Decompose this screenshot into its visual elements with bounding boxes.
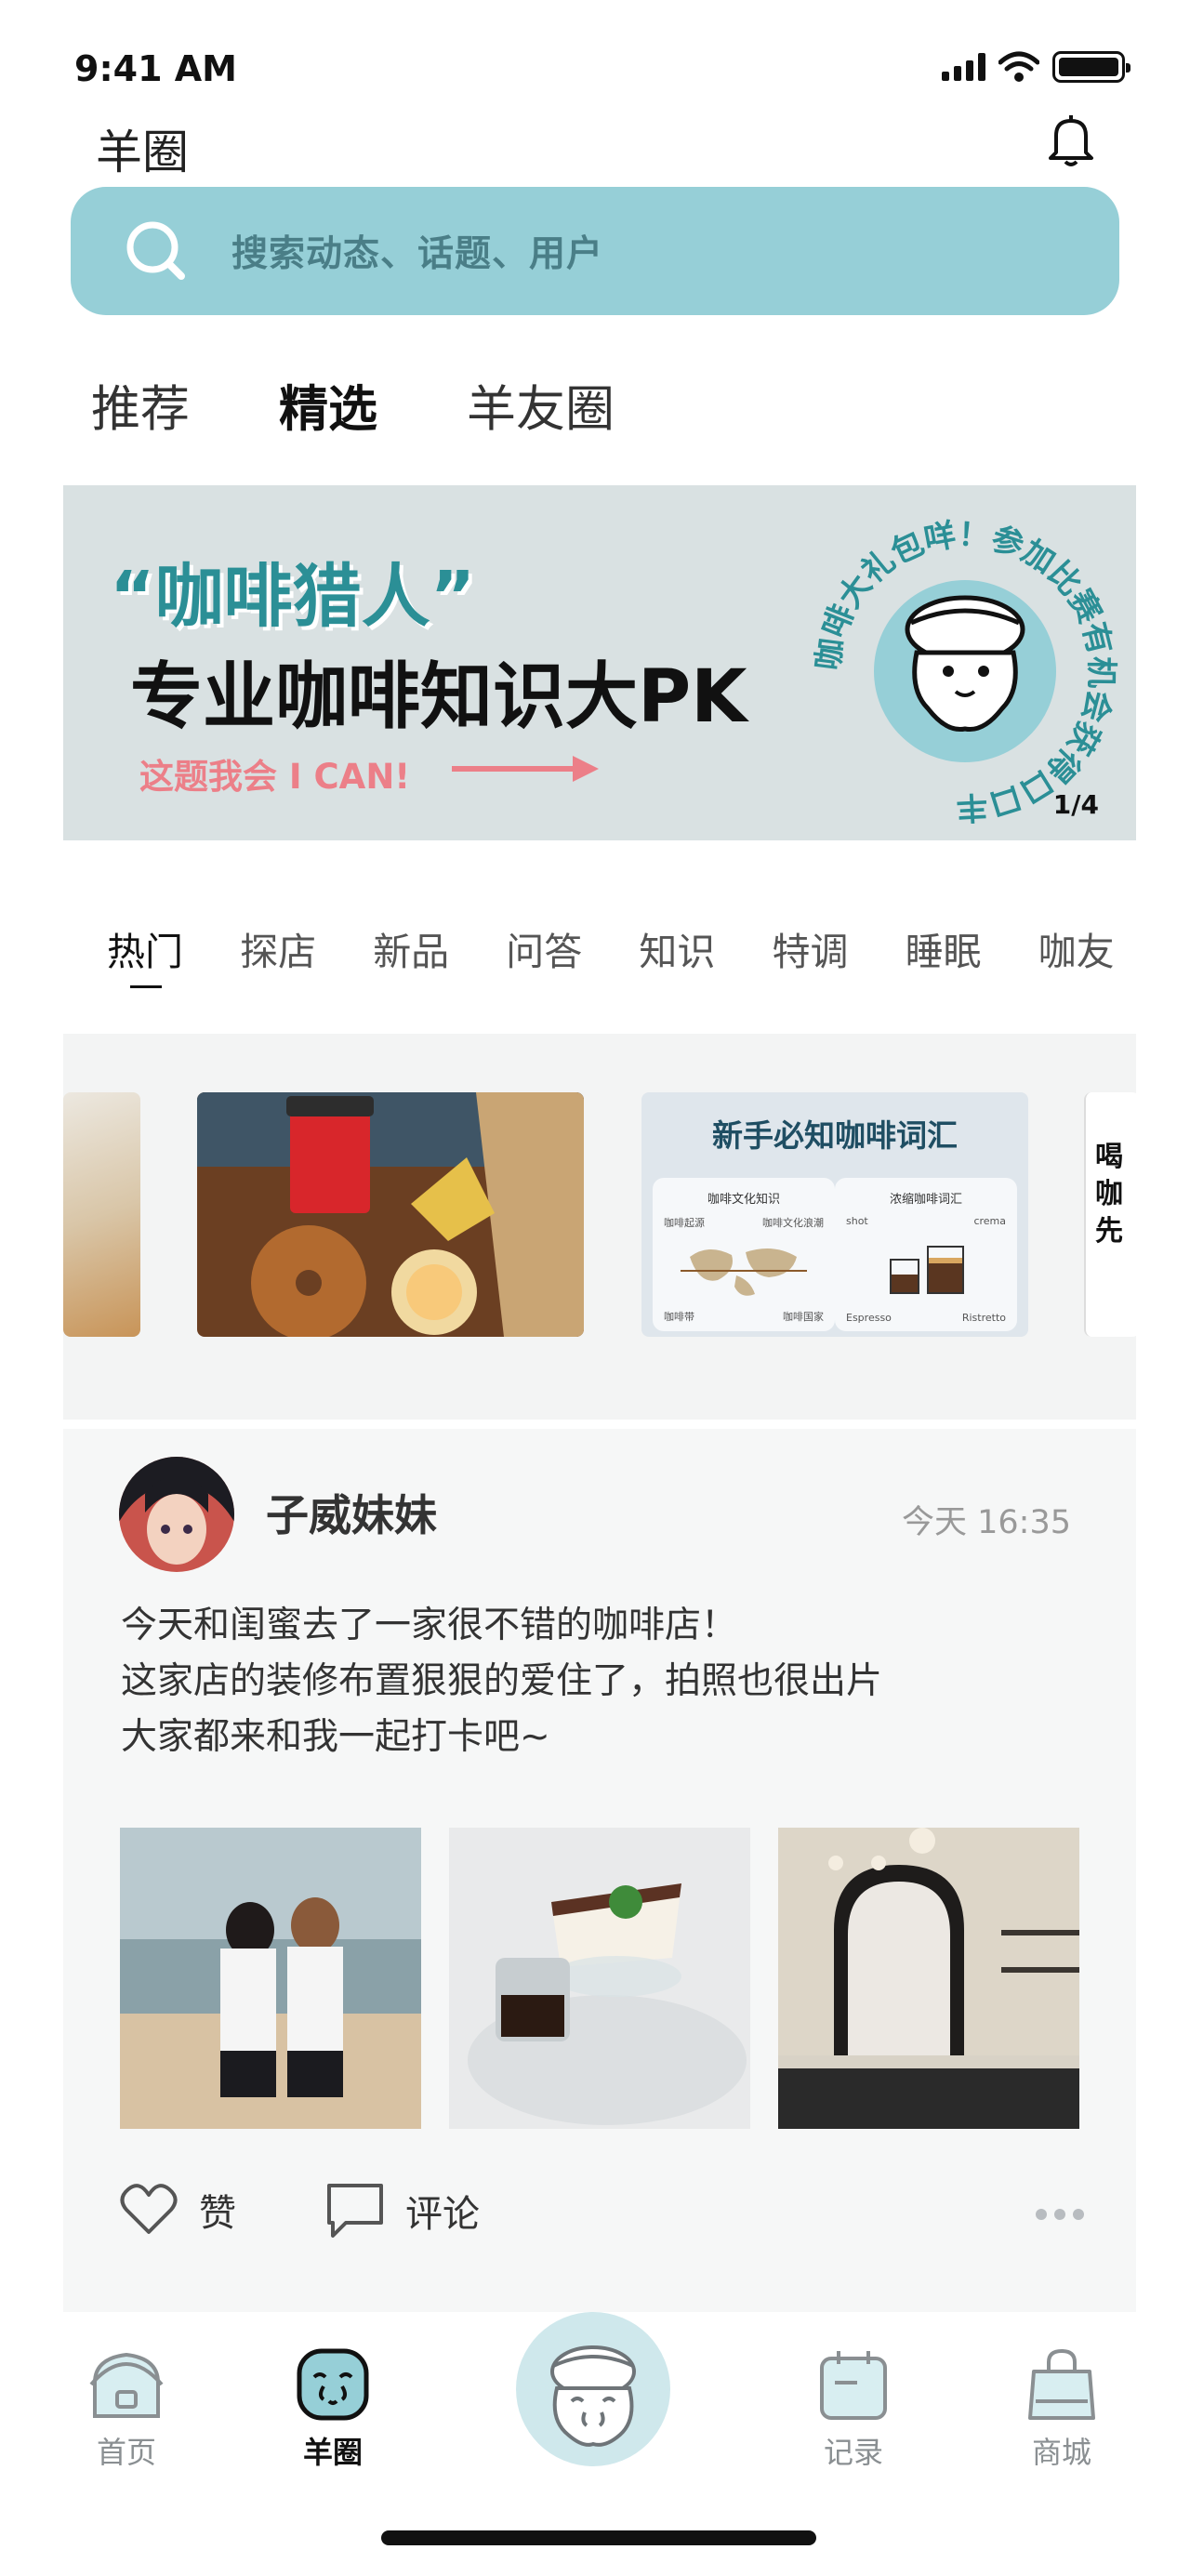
banner-cta[interactable]: 这题我会 I CAN! — [139, 748, 410, 799]
wifi-icon — [998, 51, 1039, 82]
nav-label: 商城 — [1031, 2435, 1091, 2470]
post-image[interactable] — [778, 1828, 1079, 2129]
cat-tab-friends[interactable]: 咖友 — [1038, 920, 1115, 976]
shopping-bag-icon — [1028, 2348, 1095, 2420]
home-indicator — [381, 2530, 816, 2545]
comment-label: 评论 — [405, 2193, 480, 2236]
panel-caption: 咖啡文化知识 — [707, 1193, 780, 1207]
panel-label: 咖啡国家 — [783, 1311, 824, 1323]
world-map-icon — [681, 1248, 807, 1296]
banner-quote: “咖啡猎人” — [110, 557, 476, 637]
card-text-line: 先 — [1095, 1215, 1123, 1248]
cat-tab-hot[interactable]: 热门 — [107, 920, 183, 988]
tab-friends-circle[interactable]: 羊友圈 — [467, 370, 615, 441]
cat-tab-sleep[interactable]: 睡眠 — [906, 920, 982, 976]
search-input[interactable]: 搜索动态、话题、用户 — [231, 225, 603, 277]
carousel-card[interactable]: 喝咖 先 — [1084, 1092, 1136, 1337]
cat-tab-explore[interactable]: 探店 — [240, 920, 316, 976]
post-card[interactable]: 子威妹妹 今天 16:35 今天和闺蜜去了一家很不错的咖啡店！ 这家店的装修布置… — [63, 1429, 1136, 2312]
panel-caption: 浓缩咖啡词汇 — [889, 1193, 962, 1207]
post-image[interactable] — [120, 1828, 421, 2129]
nav-center-mascot-button[interactable] — [516, 2312, 670, 2466]
page-title: 羊圈 — [96, 125, 189, 179]
post-image[interactable] — [449, 1828, 750, 2129]
carousel-card[interactable]: 新手必知咖啡词汇 咖啡文化知识 咖啡起源 咖啡文化浪潮 咖啡带 咖啡国家 浓缩咖… — [641, 1092, 1028, 1337]
card-text-line: 喝咖 — [1095, 1141, 1123, 1210]
coffee-photo — [197, 1092, 584, 1337]
category-tabs: 热门 探店 新品 问答 知识 特调 睡眠 咖友 — [107, 920, 1136, 1004]
panel-label: 咖啡带 — [664, 1311, 694, 1323]
top-tabs: 推荐 精选 羊友圈 — [91, 370, 615, 441]
avatar[interactable] — [119, 1457, 234, 1572]
panel-label: Ristretto — [961, 1312, 1006, 1324]
status-icons — [942, 51, 1130, 83]
cellular-signal-icon — [942, 53, 985, 81]
banner-page-indicator: 1/4 — [1052, 789, 1099, 820]
heart-icon — [120, 2184, 178, 2234]
post-text-line: 这家店的装修布置狠狠的爱住了，拍照也很出片 — [121, 1660, 883, 1702]
nav-sheep-circle[interactable]: 羊圈 — [277, 2345, 389, 2472]
panel-label: crema — [973, 1215, 1006, 1227]
panel-label: shot — [846, 1215, 868, 1227]
comment-icon — [327, 2184, 383, 2238]
post-text-line: 大家都来和我一起打卡吧~ — [121, 1716, 550, 1758]
like-button[interactable]: 赞 — [119, 2182, 236, 2238]
nav-record[interactable]: 记录 — [798, 2345, 909, 2472]
carousel-card[interactable] — [63, 1092, 140, 1337]
promo-banner[interactable]: “咖啡猎人” 专业咖啡知识大PK 这题我会 I CAN! 咖啡大礼包咩！参加比赛… — [63, 485, 1136, 840]
search-bar[interactable]: 搜索动态、话题、用户 — [71, 187, 1119, 315]
comment-button[interactable]: 评论 — [325, 2182, 480, 2239]
espresso-cup-icon — [890, 1246, 964, 1294]
post-actions: 赞 评论 — [119, 2182, 1086, 2249]
home-icon — [89, 2352, 164, 2418]
status-time: 9:41 AM — [74, 48, 237, 89]
carousel-card[interactable] — [197, 1092, 584, 1337]
arrow-right-icon — [452, 756, 599, 782]
card-title: 新手必知咖啡词汇 — [712, 1117, 958, 1154]
battery-icon — [1052, 51, 1130, 83]
sheep-badge-icon: 咖啡大礼包咩！参加比赛有机会获得口口丰 — [810, 516, 1119, 826]
info-panel: 咖啡文化知识 咖啡起源 咖啡文化浪潮 咖啡带 咖啡国家 — [653, 1178, 835, 1331]
nav-home[interactable]: 首页 — [71, 2345, 182, 2472]
post-username[interactable]: 子威妹妹 — [266, 1482, 437, 1543]
panel-label: 咖啡文化浪潮 — [762, 1217, 824, 1229]
banner-headline: 专业咖啡知识大PK — [130, 655, 747, 739]
post-text-line: 今天和闺蜜去了一家很不错的咖啡店！ — [121, 1605, 738, 1646]
like-label: 赞 — [199, 2192, 236, 2235]
sheep-circle-icon — [297, 2348, 369, 2421]
cat-tab-special[interactable]: 特调 — [772, 920, 848, 976]
cat-tab-knowledge[interactable]: 知识 — [639, 920, 715, 976]
cat-tab-qa[interactable]: 问答 — [506, 920, 582, 976]
sheep-mascot-icon — [550, 2345, 636, 2447]
post-body: 今天和闺蜜去了一家很不错的咖啡店！ 这家店的装修布置狠狠的爱住了，拍照也很出片 … — [121, 1598, 882, 1765]
cat-tab-new[interactable]: 新品 — [373, 920, 449, 976]
nav-label: 记录 — [823, 2435, 883, 2470]
tab-featured[interactable]: 精选 — [279, 370, 377, 441]
search-icon — [126, 221, 185, 280]
more-options-icon[interactable] — [1034, 2200, 1086, 2228]
calendar-icon — [820, 2351, 887, 2420]
panel-label: 咖啡起源 — [664, 1217, 705, 1229]
nav-mall[interactable]: 商城 — [1006, 2345, 1117, 2472]
card-text: 喝咖 先 — [1095, 1139, 1136, 1250]
panel-label: Espresso — [846, 1312, 892, 1324]
nav-label: 首页 — [96, 2435, 156, 2470]
tab-recommend[interactable]: 推荐 — [91, 370, 190, 441]
info-panel: 浓缩咖啡词汇 shot crema Espresso Ristretto — [835, 1178, 1017, 1331]
nav-label: 羊圈 — [302, 2435, 363, 2470]
status-bar: 9:41 AM — [0, 0, 1190, 102]
post-timestamp: 今天 16:35 — [902, 1504, 1071, 1541]
content-carousel: 新手必知咖啡词汇 咖啡文化知识 咖啡起源 咖啡文化浪潮 咖啡带 咖啡国家 浓缩咖… — [63, 1034, 1136, 1420]
bell-icon[interactable] — [1045, 112, 1097, 169]
